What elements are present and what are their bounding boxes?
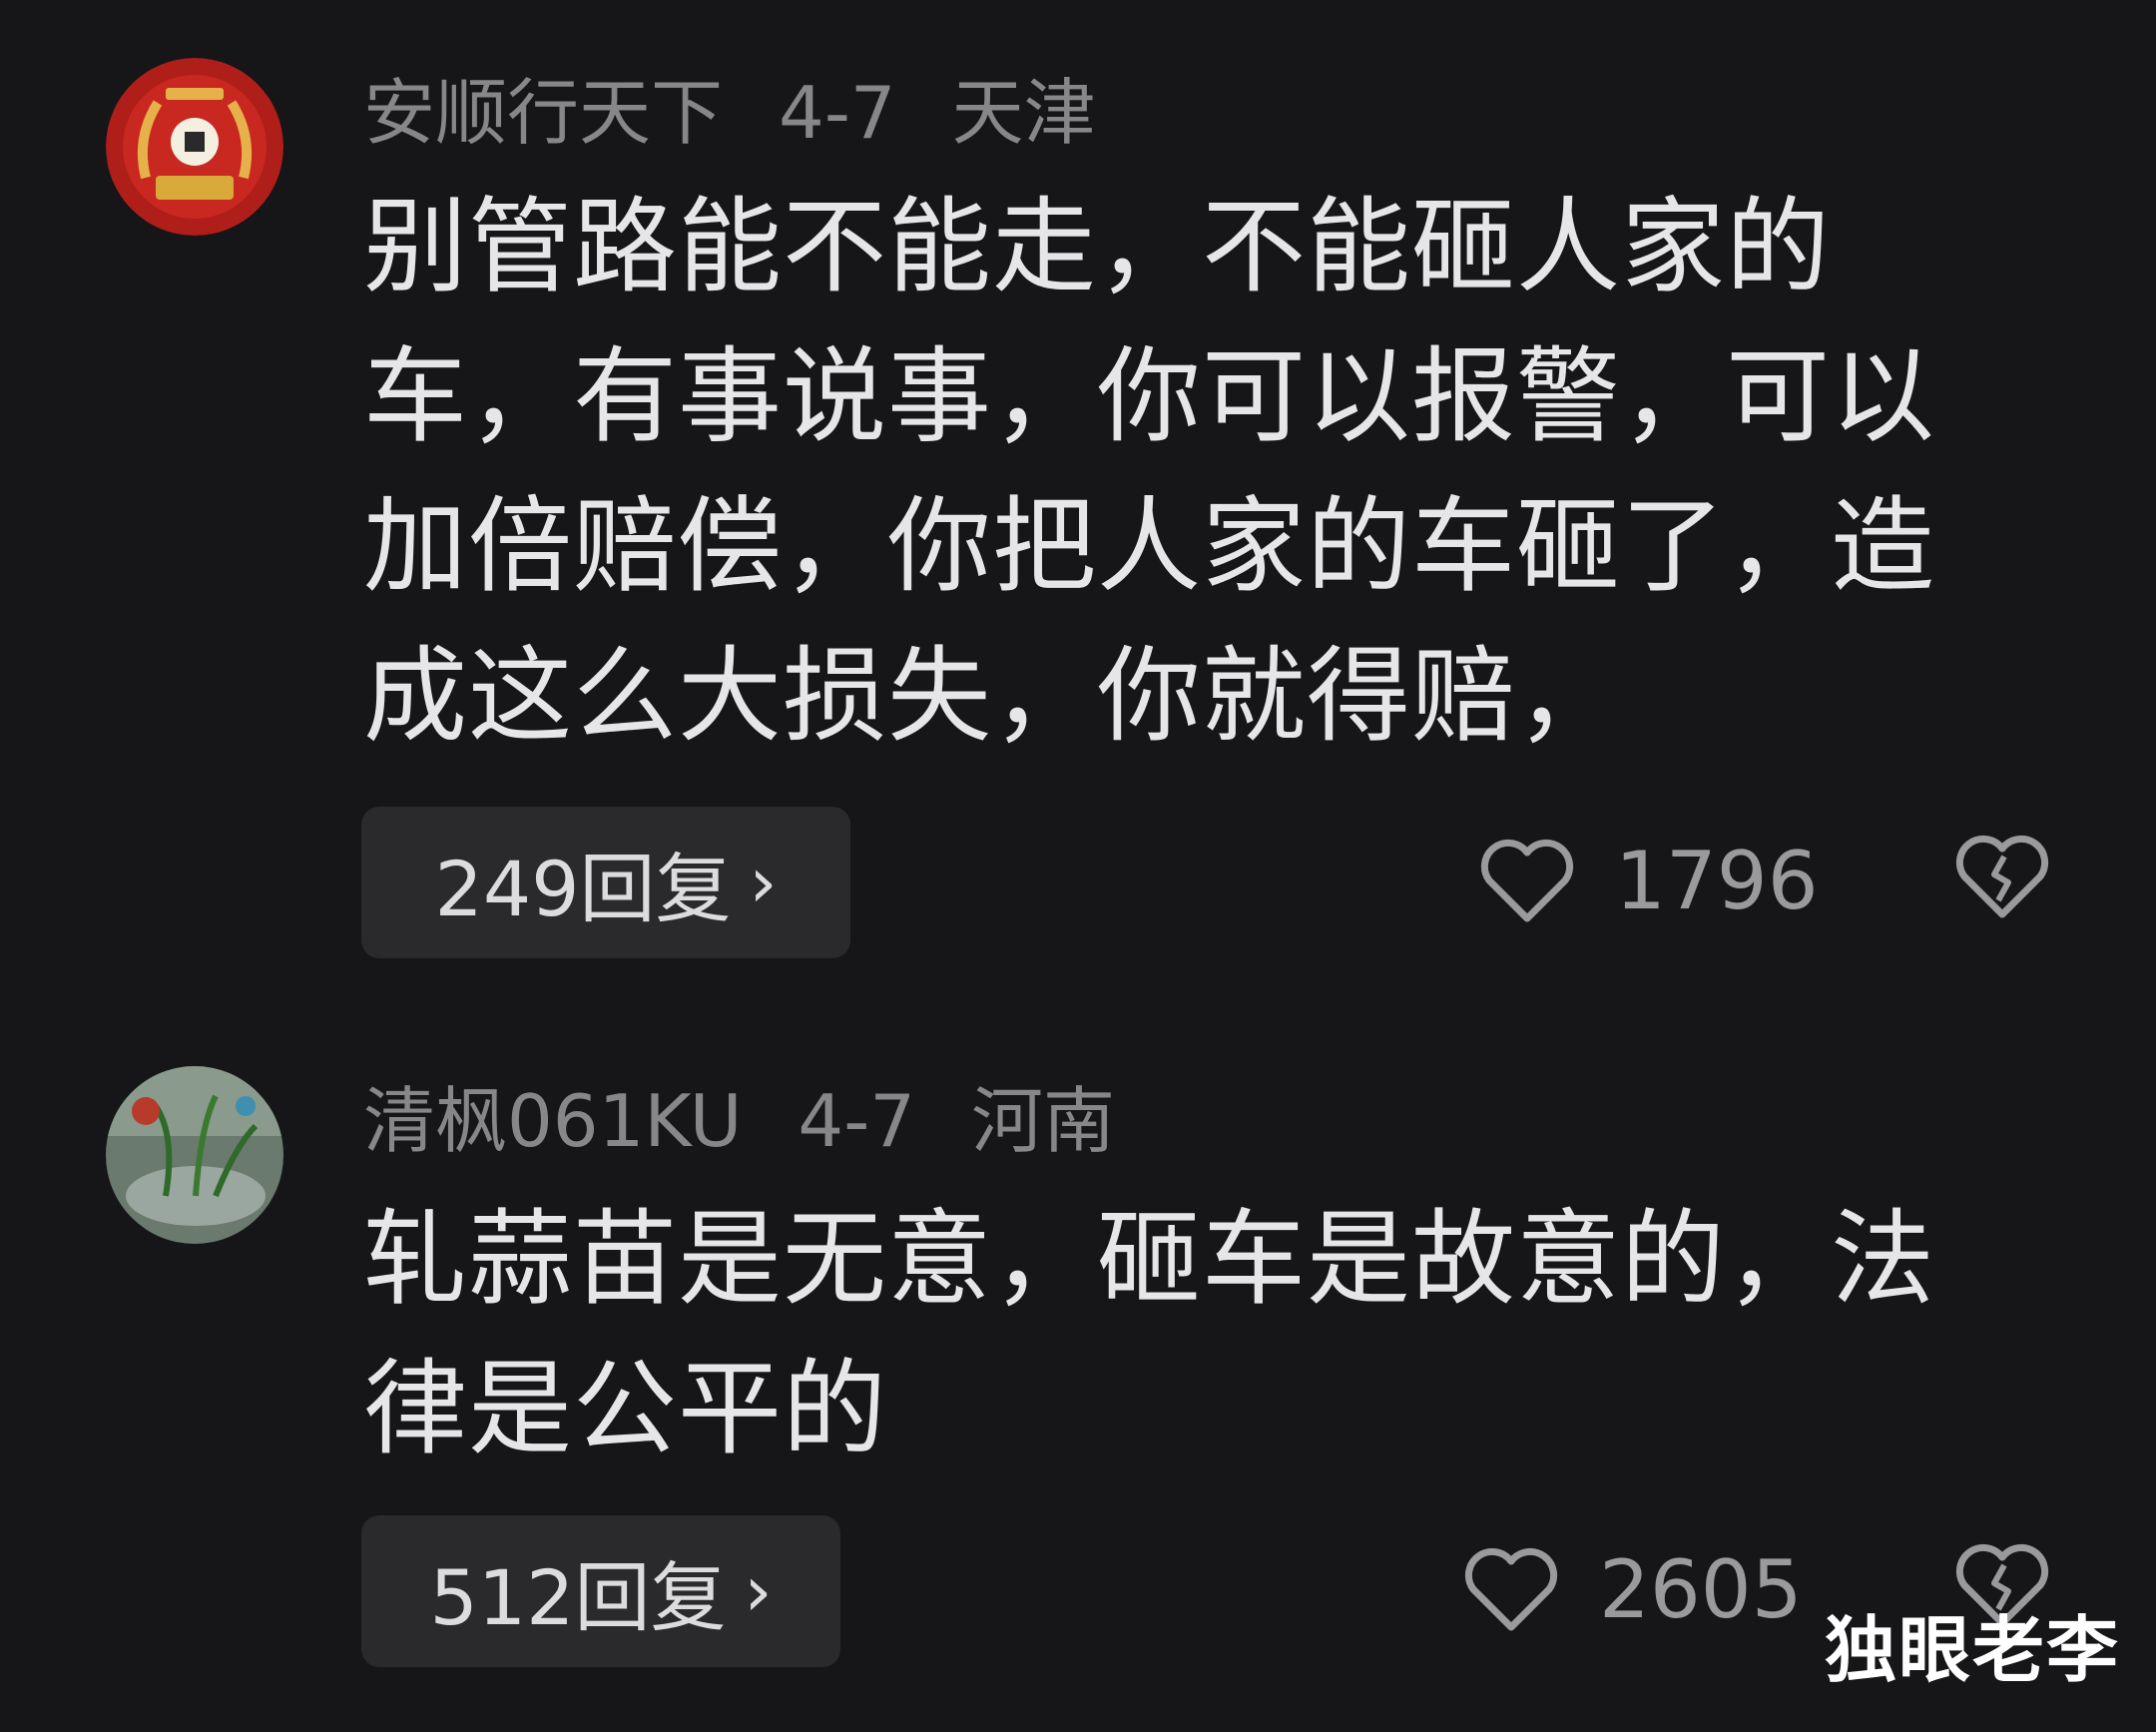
reply-count-label: 512回复: [429, 1553, 727, 1642]
chevron-right-icon: ›: [744, 1550, 773, 1632]
comment-item: 清枫061KU 4-7 河南 轧蒜苗是无意，砸车是故意的，法律是公平的 512回复 …: [0, 0, 2156, 1732]
user-avatar[interactable]: [106, 1066, 283, 1244]
comment-location: 河南: [971, 1079, 1116, 1163]
comment-date: 4-7: [798, 1079, 916, 1163]
comment-list: 安顺行天下 4-7 天津 别管路能不能走，不能砸人家的车，有事说事，你可以报警，可以…: [0, 0, 2156, 1732]
like-count: 2605: [1599, 1543, 1803, 1636]
watermark: 独眼老李: [1824, 1608, 2120, 1692]
view-replies-button[interactable]: 512回复 ›: [361, 1515, 840, 1667]
heart-outline-icon: [1464, 1547, 1558, 1630]
username[interactable]: 清枫061KU: [363, 1079, 742, 1163]
comment-text: 轧蒜苗是无意，砸车是故意的，法律是公平的: [363, 1198, 1936, 1469]
like-button[interactable]: 2605: [1463, 1543, 1803, 1636]
plant-photo-icon: [106, 1066, 283, 1244]
comment-meta: 清枫061KU 4-7 河南: [363, 1076, 1171, 1166]
